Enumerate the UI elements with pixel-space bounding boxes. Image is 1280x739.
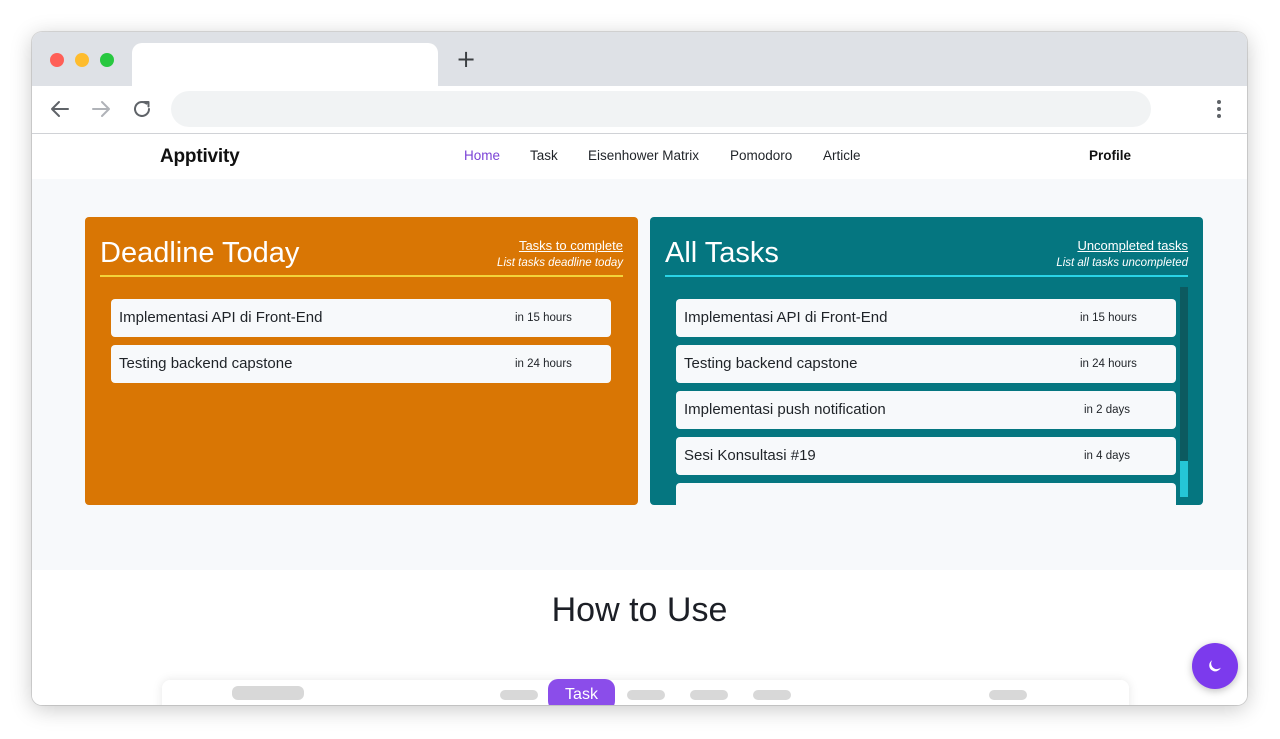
card-subtitle: List all tasks uncompleted	[1056, 257, 1188, 269]
nav-item-task[interactable]: Task	[530, 148, 558, 163]
arrow-right-icon	[92, 101, 110, 117]
task-name: Implementasi push notification	[684, 401, 886, 418]
browser-toolbar	[32, 86, 1247, 134]
section-title: How to Use	[551, 591, 728, 629]
task-item[interactable]: Sesi Konsultasi #19 in 4 days	[676, 437, 1176, 475]
divider	[100, 275, 623, 277]
divider	[665, 275, 1188, 277]
all-tasks-card: All Tasks Uncompleted tasks List all tas…	[650, 217, 1203, 505]
nav-item-article[interactable]: Article	[823, 148, 861, 163]
placeholder-bar	[627, 690, 665, 700]
preview-task-tab: Task	[548, 679, 615, 705]
how-to-use-section: How to Use Task	[32, 570, 1247, 705]
task-item[interactable]: Implementasi API di Front-End in 15 hour…	[676, 299, 1176, 337]
site-navbar: Apptivity Home Task Eisenhower Matrix Po…	[32, 134, 1247, 179]
task-item[interactable]: Implementasi push notification in 2 days	[676, 391, 1176, 429]
arrow-left-icon	[51, 101, 69, 117]
dark-mode-toggle-button[interactable]	[1192, 643, 1238, 689]
task-name: Implementasi API di Front-End	[684, 309, 888, 326]
deadline-today-card: Deadline Today Tasks to complete List ta…	[85, 217, 638, 505]
tasks-to-complete-link[interactable]: Tasks to complete	[519, 238, 623, 253]
task-name: Testing backend capstone	[119, 355, 293, 372]
minimize-window-button[interactable]	[75, 53, 89, 67]
nav-item-home[interactable]: Home	[464, 148, 500, 163]
forward-button[interactable]	[90, 98, 112, 120]
profile-link[interactable]: Profile	[1089, 148, 1131, 163]
browser-window: + Apptivity Home Task Eisenhower Matrix …	[32, 32, 1247, 705]
placeholder-bar	[232, 686, 304, 700]
task-due: in 15 hours	[1080, 312, 1137, 324]
maximize-window-button[interactable]	[100, 53, 114, 67]
task-name: Testing backend capstone	[684, 355, 858, 372]
placeholder-bar	[753, 690, 791, 700]
how-to-preview: Task	[162, 679, 1129, 705]
placeholder-bar	[690, 690, 728, 700]
moon-icon	[1209, 660, 1221, 672]
placeholder-bar	[989, 690, 1027, 700]
task-item[interactable]	[676, 483, 1176, 505]
reload-icon	[134, 100, 150, 117]
close-window-button[interactable]	[50, 53, 64, 67]
page-content: Apptivity Home Task Eisenhower Matrix Po…	[32, 134, 1247, 705]
placeholder-bar	[500, 690, 538, 700]
new-tab-button[interactable]: +	[455, 47, 477, 71]
card-subtitle: List tasks deadline today	[497, 257, 623, 269]
task-item[interactable]: Implementasi API di Front-End in 15 hour…	[111, 299, 611, 337]
back-button[interactable]	[49, 98, 71, 120]
browser-tab-bar: +	[32, 32, 1247, 87]
card-title: All Tasks	[665, 237, 779, 269]
task-due: in 2 days	[1084, 404, 1131, 416]
task-due: in 4 days	[1084, 450, 1131, 462]
task-due: in 24 hours	[515, 358, 572, 370]
task-due: in 24 hours	[1080, 358, 1137, 370]
browser-tab[interactable]	[132, 43, 438, 87]
address-bar[interactable]	[171, 91, 1151, 127]
reload-button[interactable]	[131, 98, 153, 120]
site-logo[interactable]: Apptivity	[160, 146, 240, 168]
task-item[interactable]: Testing backend capstone in 24 hours	[111, 345, 611, 383]
uncompleted-tasks-link[interactable]: Uncompleted tasks	[1077, 238, 1188, 253]
card-title: Deadline Today	[100, 237, 300, 269]
scrollbar-thumb[interactable]	[1180, 461, 1188, 497]
vertical-dots-icon	[1217, 100, 1221, 118]
task-due: in 15 hours	[515, 312, 572, 324]
browser-menu-button[interactable]	[1208, 98, 1230, 120]
nav-item-pomodoro[interactable]: Pomodoro	[730, 148, 792, 163]
task-name: Implementasi API di Front-End	[119, 309, 323, 326]
task-item[interactable]: Testing backend capstone in 24 hours	[676, 345, 1176, 383]
task-name: Sesi Konsultasi #19	[684, 447, 816, 464]
nav-item-eisenhower-matrix[interactable]: Eisenhower Matrix	[588, 148, 699, 163]
